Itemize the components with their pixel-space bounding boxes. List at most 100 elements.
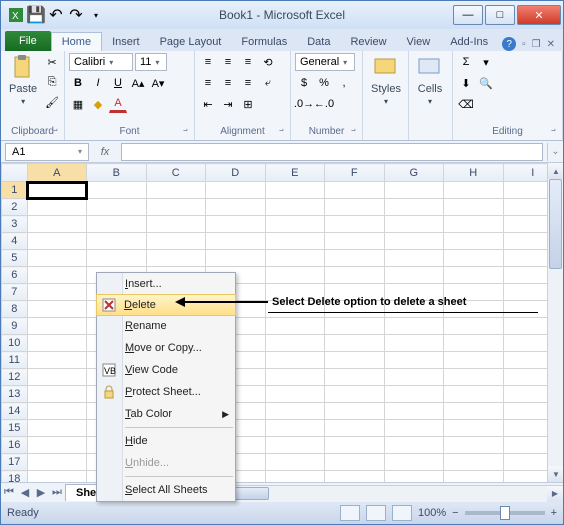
- vertical-scrollbar[interactable]: ▲ ▼: [547, 163, 563, 482]
- underline-icon[interactable]: U: [109, 74, 127, 92]
- find-icon[interactable]: 🔍: [477, 74, 495, 92]
- decrease-indent-icon[interactable]: ⇤: [199, 95, 217, 113]
- redo-icon[interactable]: ↷: [67, 6, 85, 24]
- cell[interactable]: [384, 199, 444, 216]
- italic-icon[interactable]: I: [89, 74, 107, 92]
- page-layout-view-icon[interactable]: [366, 505, 386, 521]
- column-header[interactable]: A: [27, 164, 87, 182]
- cell[interactable]: [265, 233, 325, 250]
- row-header[interactable]: 10: [2, 335, 28, 352]
- cell[interactable]: [206, 199, 266, 216]
- prev-sheet-icon[interactable]: ◀: [17, 486, 33, 499]
- cell[interactable]: [265, 182, 325, 199]
- cell[interactable]: [325, 216, 385, 233]
- cell[interactable]: [384, 182, 444, 199]
- cells-button[interactable]: Cells▾: [413, 53, 447, 108]
- tab-formulas[interactable]: Formulas: [231, 33, 297, 51]
- first-sheet-icon[interactable]: ⏮: [1, 486, 17, 499]
- cell[interactable]: [265, 437, 325, 454]
- cell[interactable]: [444, 233, 504, 250]
- cell[interactable]: [27, 250, 87, 267]
- cell[interactable]: [87, 199, 147, 216]
- cell[interactable]: [265, 471, 325, 483]
- name-box[interactable]: A1: [5, 143, 89, 161]
- scroll-up-icon[interactable]: ▲: [548, 163, 563, 179]
- scroll-right-icon[interactable]: ▶: [547, 486, 563, 502]
- decrease-decimal-icon[interactable]: ←.0: [315, 95, 333, 113]
- decrease-font-icon[interactable]: A▾: [149, 74, 167, 92]
- orientation-icon[interactable]: ⟲: [259, 53, 277, 71]
- cell[interactable]: [444, 318, 504, 335]
- cell[interactable]: [444, 250, 504, 267]
- border-icon[interactable]: ▦: [69, 95, 87, 113]
- cell[interactable]: [325, 335, 385, 352]
- cell[interactable]: [27, 437, 87, 454]
- menu-item-select-all-sheets[interactable]: Select All Sheets: [97, 479, 235, 501]
- align-bottom-icon[interactable]: ≡: [239, 53, 257, 71]
- cell[interactable]: [384, 335, 444, 352]
- cell[interactable]: [27, 454, 87, 471]
- cell[interactable]: [384, 352, 444, 369]
- row-header[interactable]: 12: [2, 369, 28, 386]
- align-top-icon[interactable]: ≡: [199, 53, 217, 71]
- cell[interactable]: [384, 403, 444, 420]
- cell[interactable]: [27, 318, 87, 335]
- row-header[interactable]: 11: [2, 352, 28, 369]
- menu-item-protect-sheet[interactable]: Protect Sheet...: [97, 381, 235, 403]
- normal-view-icon[interactable]: [340, 505, 360, 521]
- menu-item-insert[interactable]: Insert...: [97, 273, 235, 295]
- column-header[interactable]: B: [87, 164, 147, 182]
- cell[interactable]: [384, 369, 444, 386]
- cell[interactable]: [27, 267, 87, 284]
- increase-font-icon[interactable]: A▴: [129, 74, 147, 92]
- cell[interactable]: [325, 267, 385, 284]
- merge-icon[interactable]: ⊞: [239, 95, 257, 113]
- cell[interactable]: [206, 250, 266, 267]
- zoom-level[interactable]: 100%: [418, 507, 446, 519]
- row-header[interactable]: 5: [2, 250, 28, 267]
- cell[interactable]: [265, 454, 325, 471]
- font-color-icon[interactable]: A: [109, 95, 127, 113]
- select-all-corner[interactable]: [2, 164, 28, 182]
- cell[interactable]: [325, 471, 385, 483]
- cell[interactable]: [27, 369, 87, 386]
- cell[interactable]: [384, 233, 444, 250]
- cell[interactable]: [265, 199, 325, 216]
- menu-item-view-code[interactable]: VBView Code: [97, 359, 235, 381]
- menu-item-rename[interactable]: Rename: [97, 315, 235, 337]
- menu-item-tab-color[interactable]: Tab Color▶: [97, 403, 235, 425]
- fill-icon[interactable]: ⬇: [457, 74, 475, 92]
- last-sheet-icon[interactable]: ⏭: [49, 486, 65, 499]
- cell[interactable]: [146, 182, 206, 199]
- zoom-out-icon[interactable]: −: [452, 507, 458, 519]
- cell[interactable]: [444, 335, 504, 352]
- cell[interactable]: [27, 182, 87, 199]
- cell[interactable]: [444, 403, 504, 420]
- row-header[interactable]: 17: [2, 454, 28, 471]
- zoom-slider[interactable]: [465, 511, 545, 515]
- excel-icon[interactable]: X: [7, 6, 25, 24]
- align-center-icon[interactable]: ≡: [219, 74, 237, 92]
- cell[interactable]: [384, 216, 444, 233]
- cell[interactable]: [87, 250, 147, 267]
- row-header[interactable]: 2: [2, 199, 28, 216]
- align-right-icon[interactable]: ≡: [239, 74, 257, 92]
- wrap-text-icon[interactable]: ⤶: [259, 74, 277, 92]
- cell[interactable]: [325, 352, 385, 369]
- column-header[interactable]: H: [444, 164, 504, 182]
- row-header[interactable]: 15: [2, 420, 28, 437]
- tab-view[interactable]: View: [397, 33, 441, 51]
- page-break-view-icon[interactable]: [392, 505, 412, 521]
- row-header[interactable]: 16: [2, 437, 28, 454]
- expand-formula-icon[interactable]: ⌄: [547, 143, 563, 161]
- copy-icon[interactable]: ⎘: [43, 73, 61, 91]
- cell[interactable]: [444, 471, 504, 483]
- increase-decimal-icon[interactable]: .0→: [295, 95, 313, 113]
- column-header[interactable]: G: [384, 164, 444, 182]
- help-icon[interactable]: ?: [502, 37, 516, 51]
- row-header[interactable]: 8: [2, 301, 28, 318]
- row-header[interactable]: 1: [2, 182, 28, 199]
- scrollbar-thumb[interactable]: [549, 179, 562, 269]
- fill-color-icon[interactable]: ◆: [89, 95, 107, 113]
- cell[interactable]: [265, 352, 325, 369]
